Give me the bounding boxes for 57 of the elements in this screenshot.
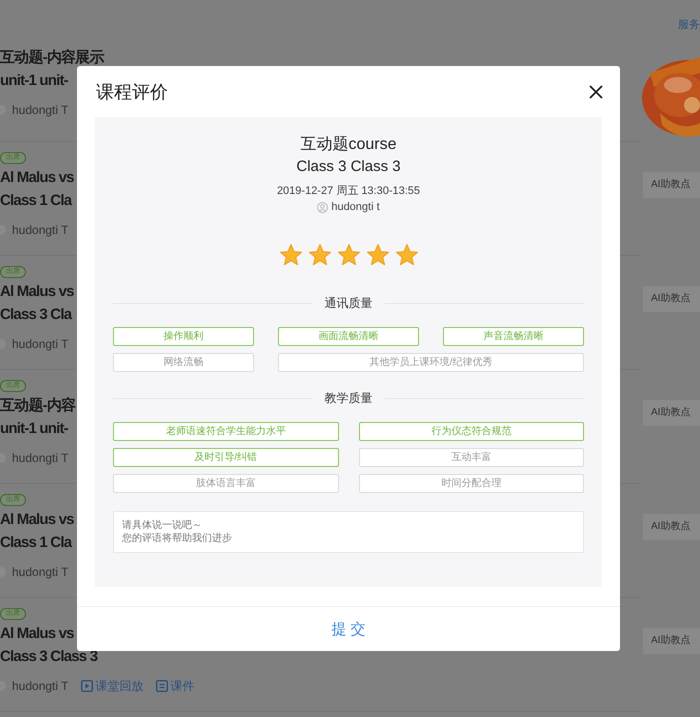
ai-review-button[interactable]: AI助教点 [643,628,700,654]
star-icon[interactable] [278,243,302,267]
lesson-title: Al Malus vs [0,168,74,188]
comment-field[interactable]: 请具体说一说吧～ 您的评语将帮助我们进步 [113,511,584,553]
feedback-tag[interactable]: 画面流畅清晰 [278,327,419,346]
lesson-title: Class 3 Class 3 [0,647,98,667]
feedback-tag[interactable]: 行为仪态符合规范 [358,422,584,441]
user-icon [317,202,328,212]
lesson-title: Al Malus vs [0,282,74,302]
teacher-name: hudongti T [12,679,68,693]
feedback-tag[interactable]: 操作顺利 [113,327,254,346]
ai-review-button[interactable]: AI助教点 [643,172,700,198]
submit-button[interactable]: 提 交 [321,616,376,642]
lesson-title: unit-1 unit- [0,71,68,91]
feedback-tag[interactable]: 肢体语言丰富 [113,474,338,493]
feedback-tag[interactable]: 互动丰富 [358,448,584,467]
teacher-name: hudongti T [12,223,68,237]
play-icon [80,680,92,692]
dialog-title: 课程评价 [96,80,168,104]
lesson-title: 互动题-内容展示 [0,48,104,68]
lesson-time: 2019-12-27 周五 13:30-13:55 [276,184,420,198]
teacher-name: hudongti T [12,337,68,351]
teacher-name: hudongti T [12,103,68,117]
teacher-name: hudongti t [331,201,380,213]
teacher-name: hudongti T [12,565,68,579]
lesson-title: Al Malus vs [0,510,74,530]
feedback-tag[interactable]: 时间分配合理 [358,474,584,493]
star-icon[interactable] [394,243,418,267]
lesson-title: unit-1 unit- [0,419,68,439]
lesson-title: Class 3 Cla [0,305,72,325]
lesson-title: Class 1 Cla [0,191,72,211]
lesson-title: 互动题-内容 [0,396,76,416]
feedback-tag[interactable]: 声音流畅清晰 [443,327,584,346]
ai-review-button[interactable]: AI助教点 [643,514,700,540]
document-icon [156,680,168,692]
placeholder-text: 您的评语将帮助我们进步 [122,532,232,545]
section-title: 教学质量 [324,390,372,407]
star-icon[interactable] [308,243,332,267]
course-title: 互动题course [300,135,397,155]
lesson-title: Al Malus vs [0,624,74,644]
class-name: Class 3 Class 3 [296,157,401,177]
teacher-name: hudongti T [12,451,68,465]
close-icon[interactable] [588,84,604,100]
star-icon[interactable] [366,243,390,267]
lesson-title: Class 1 Cla [0,533,72,553]
feedback-tag[interactable]: 及时引导/纠错 [113,448,338,467]
lesson-link[interactable]: 课件 [156,678,194,694]
service-link[interactable]: 服务 [678,17,700,32]
section-title: 通讯质量 [324,295,372,312]
ai-review-button[interactable]: AI助教点 [643,286,700,312]
feedback-tag[interactable]: 其他学员上课环境/纪律优秀 [278,353,584,372]
feedback-tag[interactable]: 老师语速符合学生能力水平 [113,422,338,441]
placeholder-text: 请具体说一说吧～ [122,519,202,532]
lesson-link[interactable]: 课堂回放 [80,678,144,694]
star-icon[interactable] [336,243,360,267]
feedback-tag[interactable]: 网络流畅 [113,353,254,372]
ai-review-button[interactable]: AI助教点 [643,400,700,426]
